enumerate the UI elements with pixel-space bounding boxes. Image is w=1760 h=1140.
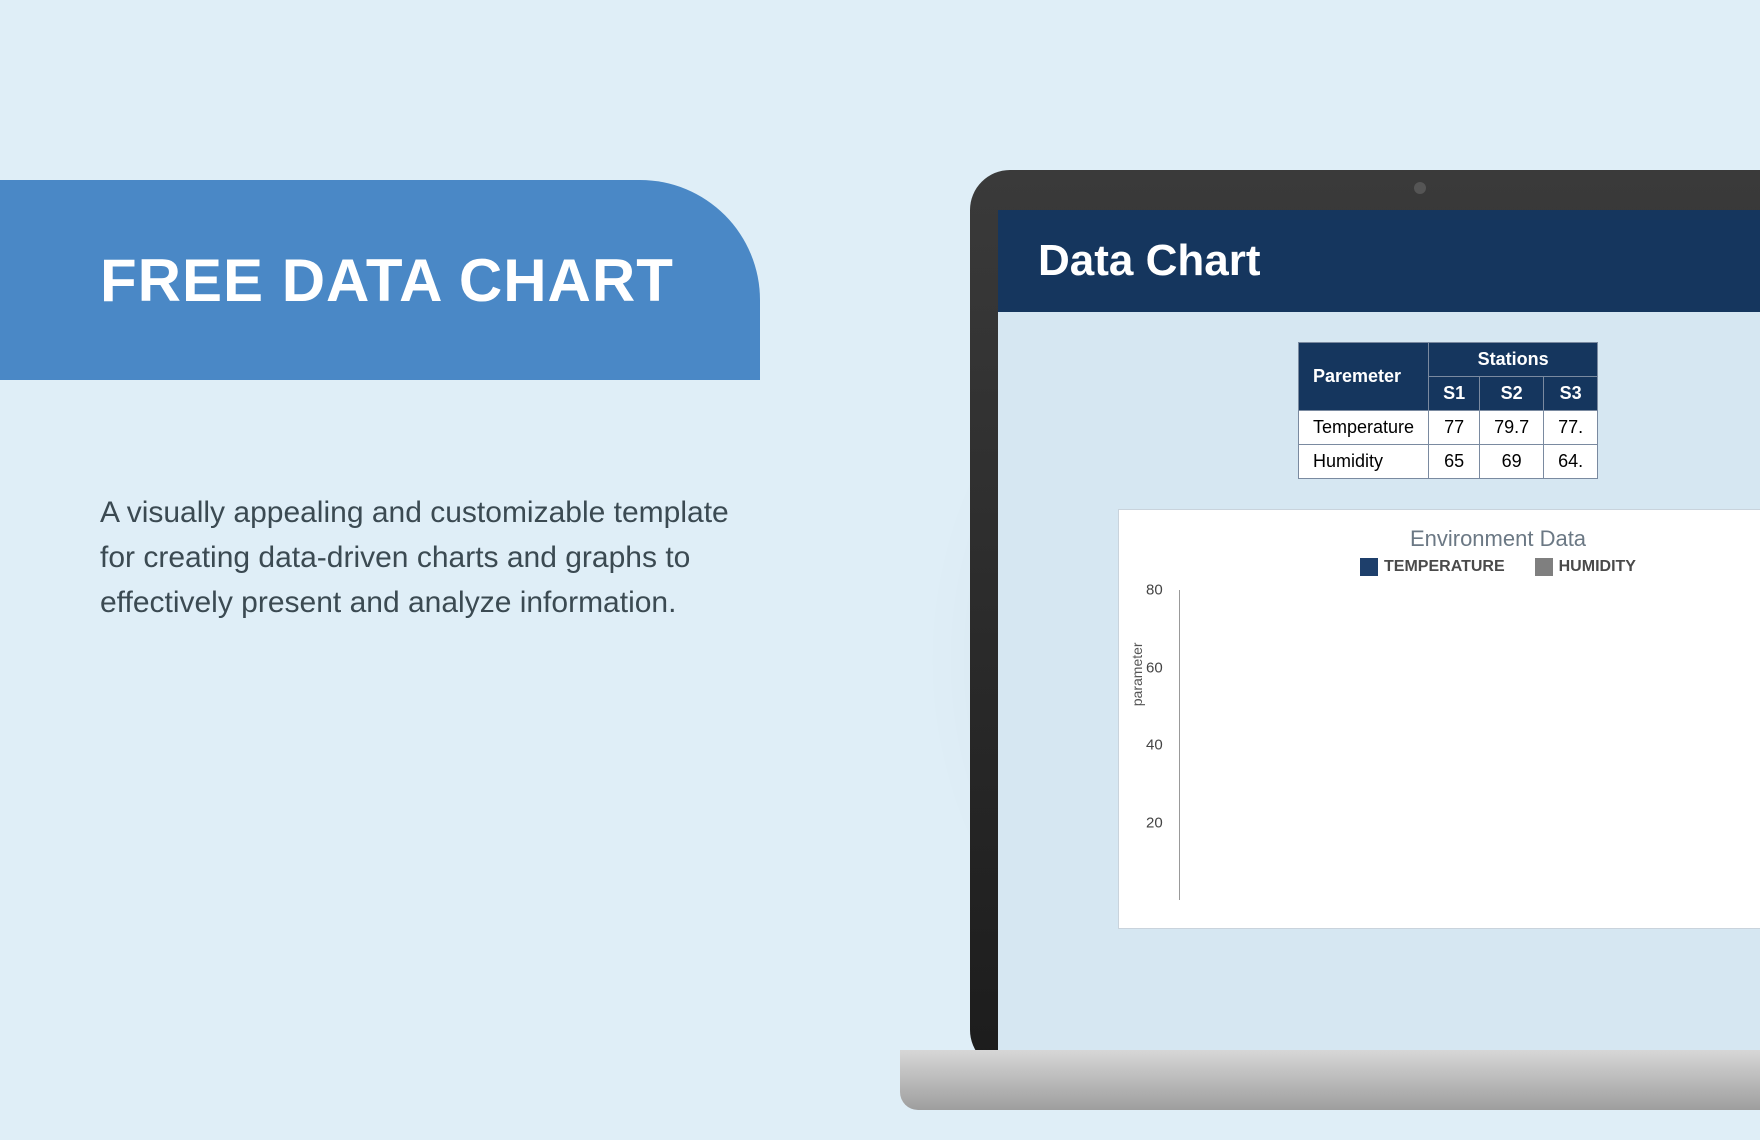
chart-plot: 20406080 (1179, 590, 1760, 900)
laptop-frame: Data Chart Paremeter Stations S1 S2 S3 T… (970, 170, 1760, 1070)
laptop-screen: Data Chart Paremeter Stations S1 S2 S3 T… (998, 210, 1760, 1070)
chart-ytick: 80 (1146, 582, 1163, 599)
chart-ytick: 40 (1146, 737, 1163, 754)
data-table: Paremeter Stations S1 S2 S3 Temperature … (1298, 342, 1598, 479)
laptop-mockup: Data Chart Paremeter Stations S1 S2 S3 T… (970, 170, 1760, 1070)
chart-bars (1180, 590, 1760, 900)
app-header: Data Chart (998, 210, 1760, 312)
camera-icon (1414, 182, 1426, 194)
legend-swatch-icon (1535, 558, 1553, 576)
app-title: Data Chart (1038, 236, 1760, 286)
legend-item-temperature: TEMPERATURE (1360, 558, 1505, 576)
row-label: Temperature (1299, 411, 1429, 445)
cell: 64. (1544, 445, 1598, 479)
table-header-s3: S3 (1544, 377, 1598, 411)
hero-title-plaque: FREE DATA CHART (0, 180, 760, 380)
cell: 77 (1429, 411, 1480, 445)
row-label: Humidity (1299, 445, 1429, 479)
hero-description: A visually appealing and customizable te… (100, 490, 730, 625)
table-header-s2: S2 (1480, 377, 1544, 411)
table-header-parameter: Paremeter (1299, 343, 1429, 411)
chart-ytick: 60 (1146, 659, 1163, 676)
chart: Environment Data TEMPERATURE HUMIDITY pa… (1118, 509, 1760, 929)
laptop-base (900, 1050, 1760, 1110)
chart-ytick: 20 (1146, 814, 1163, 831)
chart-ylabel: parameter (1129, 642, 1145, 706)
chart-legend: TEMPERATURE HUMIDITY (1179, 558, 1760, 576)
legend-item-humidity: HUMIDITY (1535, 558, 1636, 576)
legend-swatch-icon (1360, 558, 1378, 576)
cell: 77. (1544, 411, 1598, 445)
table-row: Temperature 77 79.7 77. (1299, 411, 1598, 445)
cell: 65 (1429, 445, 1480, 479)
table-row: Humidity 65 69 64. (1299, 445, 1598, 479)
table-header-stations: Stations (1429, 343, 1598, 377)
cell: 79.7 (1480, 411, 1544, 445)
cell: 69 (1480, 445, 1544, 479)
chart-title: Environment Data (1179, 526, 1760, 552)
hero-title: FREE DATA CHART (100, 246, 674, 315)
table-header-s1: S1 (1429, 377, 1480, 411)
